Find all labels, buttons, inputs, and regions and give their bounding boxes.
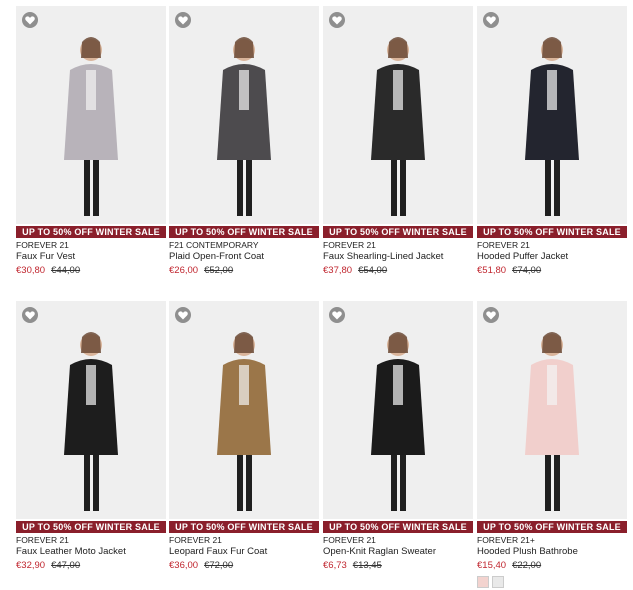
product-card[interactable]: UP TO 50% OFF WINTER SALE FOREVER 21 Fau… [16, 6, 166, 277]
sale-banner: UP TO 50% OFF WINTER SALE [16, 226, 166, 238]
product-card[interactable]: UP TO 50% OFF WINTER SALE FOREVER 21 Hoo… [477, 6, 627, 277]
product-name[interactable]: Faux Shearling-Lined Jacket [323, 251, 473, 263]
heart-icon[interactable] [329, 12, 345, 28]
product-name[interactable]: Hooded Puffer Jacket [477, 251, 627, 263]
product-card[interactable]: UP TO 50% OFF WINTER SALE FOREVER 21 Ope… [323, 301, 473, 572]
model-silhouette [371, 332, 425, 511]
original-price: €72,00 [204, 560, 234, 571]
sale-banner: UP TO 50% OFF WINTER SALE [323, 226, 473, 238]
product-image[interactable] [477, 301, 627, 519]
product-brand: FOREVER 21 [16, 535, 69, 545]
product-card[interactable]: UP TO 50% OFF WINTER SALE FOREVER 21 Leo… [169, 301, 319, 572]
heart-icon[interactable] [22, 307, 38, 323]
sale-price: €51,80 [477, 265, 507, 276]
model-silhouette [217, 332, 271, 511]
product-image[interactable] [169, 301, 319, 519]
product-name[interactable]: Hooded Plush Bathrobe [477, 546, 627, 558]
sale-price: €36,00 [169, 560, 199, 571]
product-brand: FOREVER 21 [323, 240, 376, 250]
original-price: €47,00 [51, 560, 81, 571]
original-price: €54,00 [358, 265, 388, 276]
product-card[interactable]: UP TO 50% OFF WINTER SALE FOREVER 21 Fau… [323, 6, 473, 277]
product-image[interactable] [169, 6, 319, 224]
sale-price: €6,73 [323, 560, 347, 571]
model-silhouette [217, 37, 271, 216]
model-silhouette [64, 332, 118, 511]
sale-price: €32,90 [16, 560, 46, 571]
sale-banner: UP TO 50% OFF WINTER SALE [477, 521, 627, 533]
product-image[interactable] [477, 6, 627, 224]
product-card[interactable]: UP TO 50% OFF WINTER SALE FOREVER 21 Fau… [16, 301, 166, 572]
product-name[interactable]: Open-Knit Raglan Sweater [323, 546, 473, 558]
product-card[interactable]: UP TO 50% OFF WINTER SALE FOREVER 21+ Ho… [477, 301, 627, 588]
sale-banner: UP TO 50% OFF WINTER SALE [169, 521, 319, 533]
product-brand: FOREVER 21+ [477, 535, 535, 545]
original-price: €52,00 [204, 265, 234, 276]
heart-icon[interactable] [329, 307, 345, 323]
product-brand: F21 CONTEMPORARY [169, 240, 259, 250]
color-swatches [477, 576, 627, 588]
product-brand: FOREVER 21 [477, 240, 530, 250]
product-brand: FOREVER 21 [169, 535, 222, 545]
product-image[interactable] [16, 6, 166, 224]
sale-price: €30,80 [16, 265, 46, 276]
original-price: €44,00 [51, 265, 81, 276]
heart-icon[interactable] [483, 12, 499, 28]
product-image[interactable] [323, 301, 473, 519]
product-image[interactable] [323, 6, 473, 224]
original-price: €13,45 [352, 560, 382, 571]
original-price: €74,00 [512, 265, 542, 276]
product-brand: FOREVER 21 [16, 240, 69, 250]
product-name[interactable]: Faux Leather Moto Jacket [16, 546, 166, 558]
color-swatch[interactable] [477, 576, 489, 588]
sale-price: €37,80 [323, 265, 353, 276]
sale-price: €15,40 [477, 560, 507, 571]
heart-icon[interactable] [175, 307, 191, 323]
sale-price: €26,00 [169, 265, 199, 276]
original-price: €22,00 [512, 560, 542, 571]
color-swatch[interactable] [492, 576, 504, 588]
product-name[interactable]: Faux Fur Vest [16, 251, 166, 263]
heart-icon[interactable] [22, 12, 38, 28]
product-image[interactable] [16, 301, 166, 519]
sale-banner: UP TO 50% OFF WINTER SALE [477, 226, 627, 238]
heart-icon[interactable] [175, 12, 191, 28]
product-name[interactable]: Plaid Open-Front Coat [169, 251, 319, 263]
sale-banner: UP TO 50% OFF WINTER SALE [169, 226, 319, 238]
product-card[interactable]: UP TO 50% OFF WINTER SALE F21 CONTEMPORA… [169, 6, 319, 277]
model-silhouette [525, 332, 579, 511]
sale-banner: UP TO 50% OFF WINTER SALE [323, 521, 473, 533]
product-brand: FOREVER 21 [323, 535, 376, 545]
model-silhouette [525, 37, 579, 216]
sale-banner: UP TO 50% OFF WINTER SALE [16, 521, 166, 533]
product-name[interactable]: Leopard Faux Fur Coat [169, 546, 319, 558]
model-silhouette [64, 37, 118, 216]
heart-icon[interactable] [483, 307, 499, 323]
model-silhouette [371, 37, 425, 216]
